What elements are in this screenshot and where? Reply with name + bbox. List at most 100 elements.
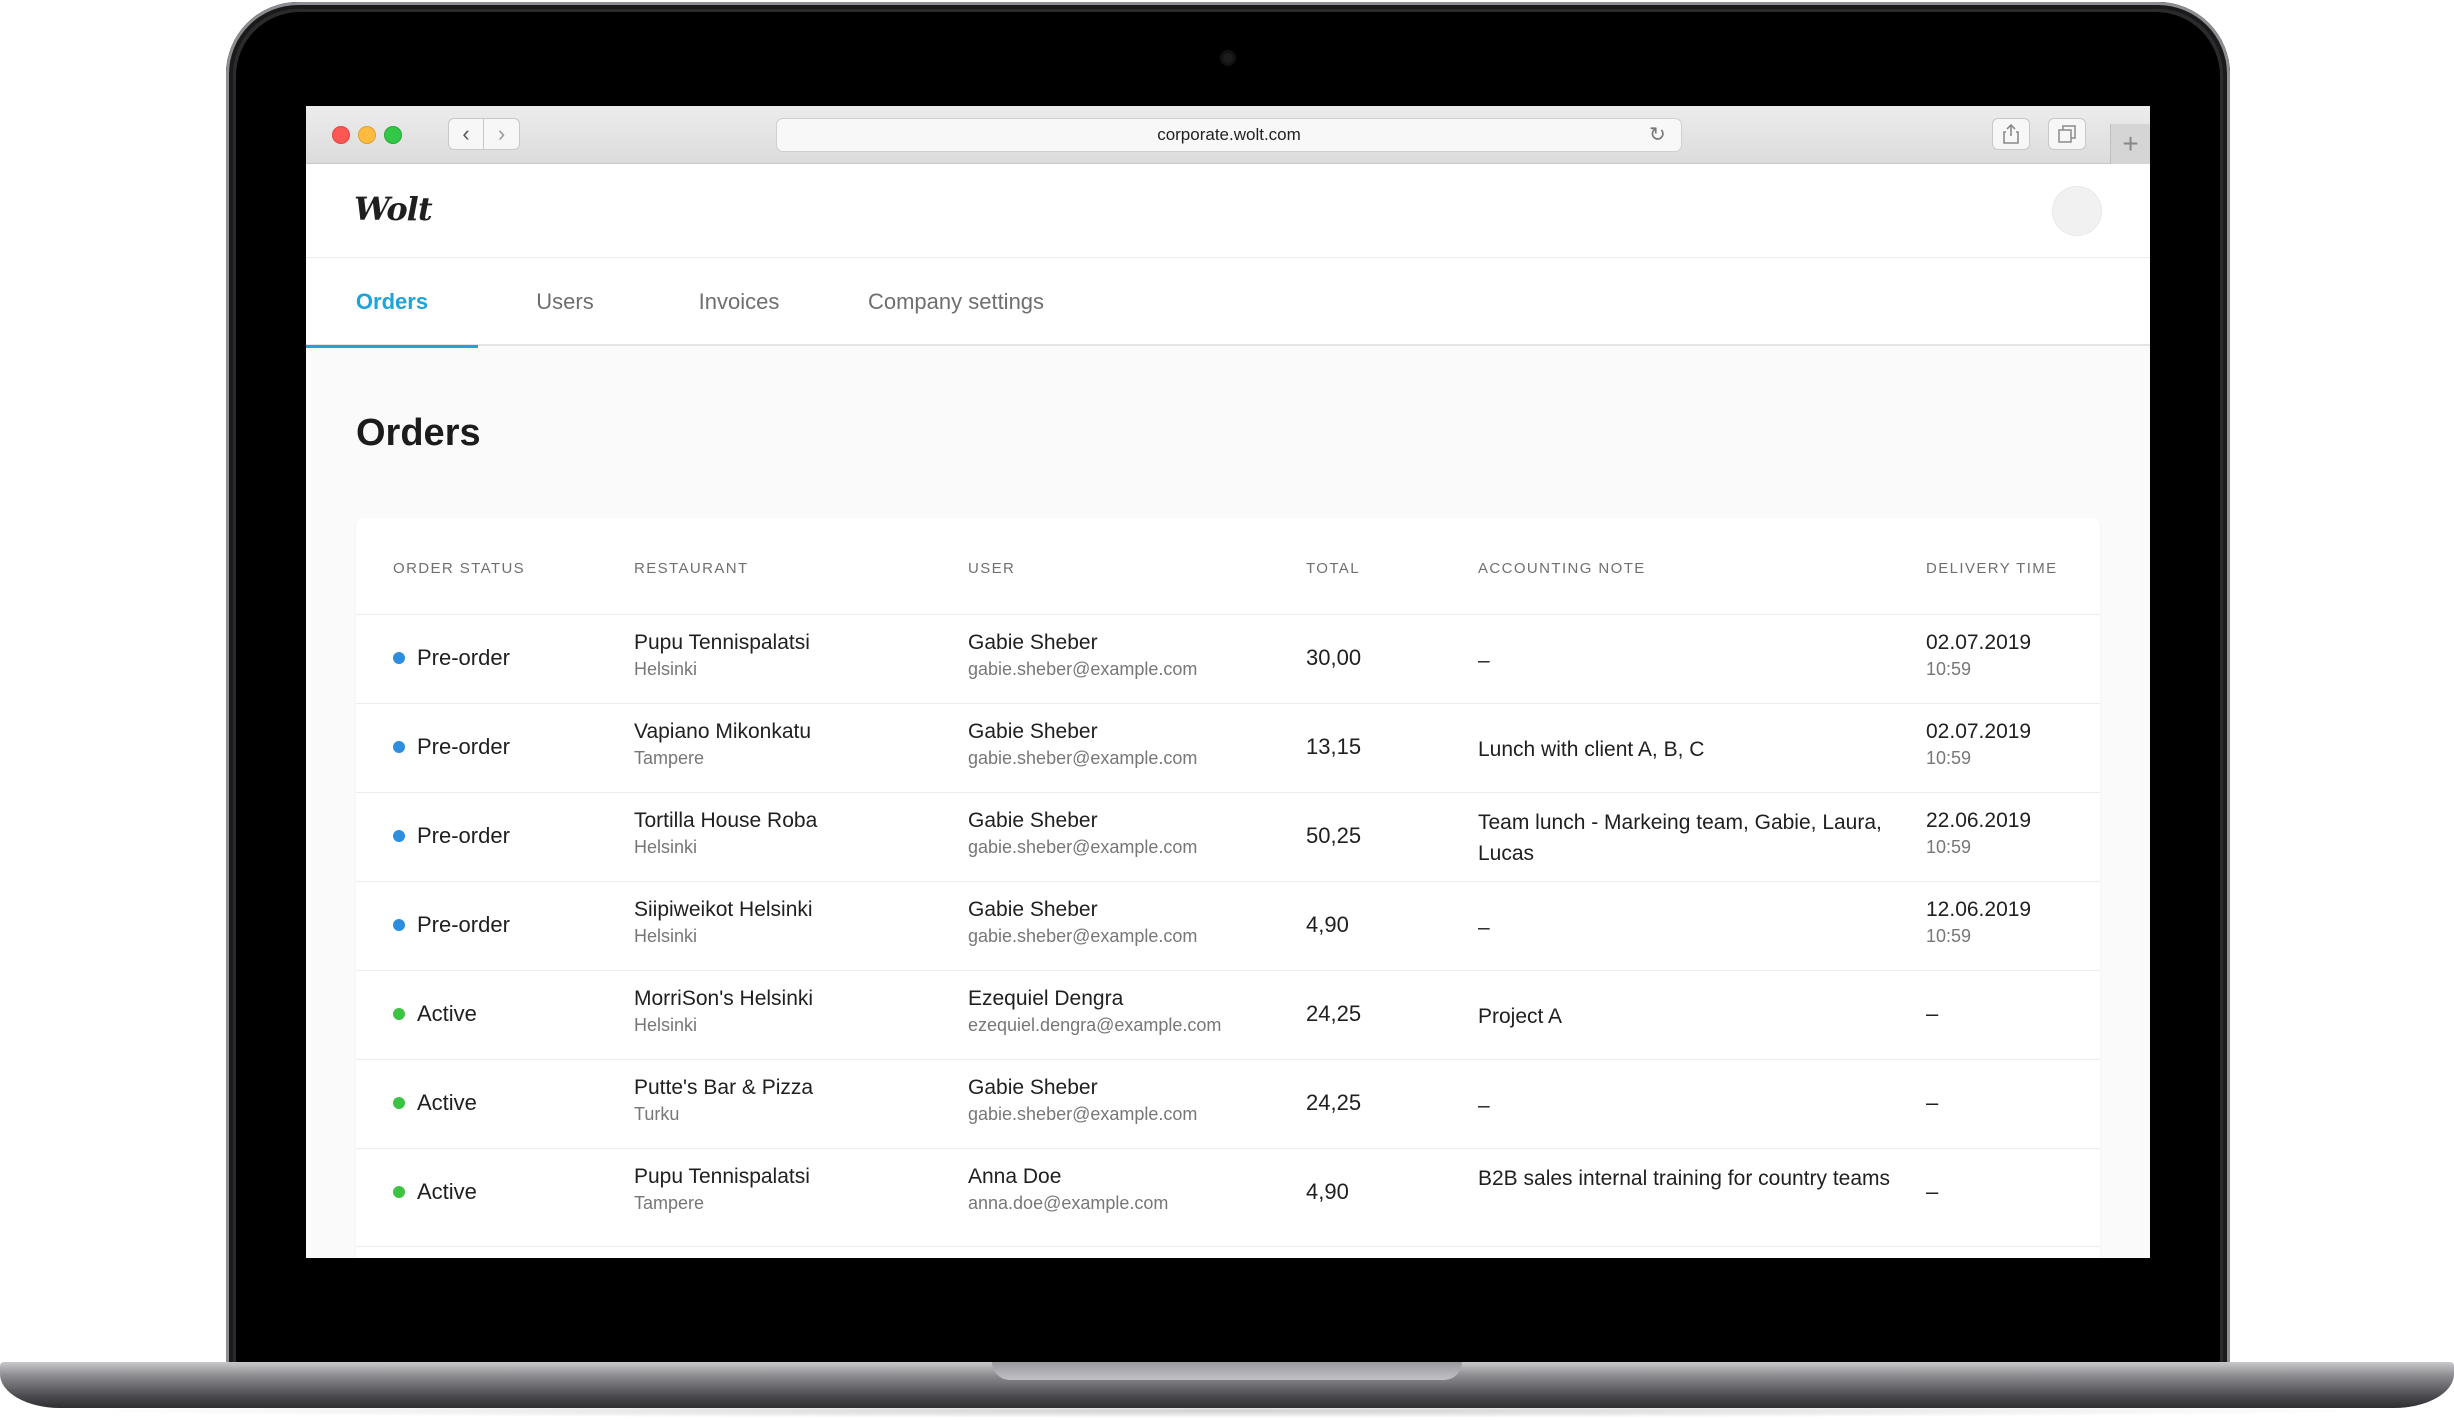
restaurant-name: Pupu Tennispalatsi [634,631,810,654]
header-order-status[interactable]: Order Status [393,560,525,577]
user-cell: Anna Doe anna.doe@example.com [968,1163,1168,1215]
order-status: Pre-order [393,823,510,849]
delivery-date: – [1926,1001,1939,1026]
tab-label: Invoices [698,289,780,314]
camera-icon [1220,50,1236,66]
user-cell: Gabie Sheber gabie.sheber@example.com [968,807,1197,859]
restaurant-name: Siipiweikot Helsinki [634,898,813,921]
restaurant-name: MorriSon's Helsinki [634,987,814,1010]
user-name: Gabie Sheber [968,1076,1098,1099]
order-total: 4,90 [1306,1179,1349,1204]
accounting-note: B2B sales internal training for country … [1478,1167,1891,1190]
tab-invoices[interactable]: Invoices [652,258,826,346]
header-total[interactable]: Total [1306,560,1360,577]
order-status: Pre-order [393,912,510,938]
user-cell: Ezequiel Dengra ezequiel.dengra@example.… [968,985,1221,1037]
table-row[interactable]: Active MorriSon's Helsinki Helsinki Ezeq… [356,970,2100,1059]
tab-orders[interactable]: Orders [306,258,478,348]
status-label: Active [417,1001,477,1026]
forward-button[interactable]: › [484,118,520,150]
table-row[interactable]: Pre-order Tortilla House Roba Helsinki G… [356,792,2100,881]
header-user[interactable]: User [968,560,1015,577]
user-email: ezequiel.dengra@example.com [968,1015,1222,1035]
user-email: gabie.sheber@example.com [968,659,1198,679]
order-status: Active [393,1090,477,1116]
restaurant-city: Turku [634,1104,680,1124]
orders-table: Order Status Restaurant User Total Accou… [356,518,2100,1258]
order-total: 24,25 [1306,1090,1362,1115]
restaurant-city: Helsinki [634,926,698,946]
restaurant-cell: MorriSon's Helsinki Helsinki [634,985,813,1037]
delivery-date: – [1926,1090,1939,1115]
address-bar[interactable]: corporate.wolt.com ↻ [776,118,1682,152]
accounting-note: Team lunch - Markeing team, Gabie, Laura… [1478,811,1882,865]
status-dot [393,919,405,931]
reload-icon[interactable]: ↻ [1649,125,1669,145]
order-total: 13,15 [1306,734,1362,759]
restaurant-cell: Siipiweikot Helsinki Helsinki [634,896,813,948]
status-label: Pre-order [417,912,510,937]
order-status: Active [393,1001,477,1027]
header-delivery-time[interactable]: Delivery Time [1926,560,2058,577]
page-title: Orders [356,412,481,454]
restaurant-city: Helsinki [634,1015,698,1035]
user-cell: Gabie Sheber gabie.sheber@example.com [968,896,1197,948]
order-status: Pre-order [393,645,510,671]
tab-company-settings[interactable]: Company settings [826,258,1086,346]
back-button[interactable]: ‹ [448,118,484,150]
tab-users[interactable]: Users [478,258,652,346]
restaurant-city: Tampere [634,1193,705,1213]
restaurant-city: Helsinki [634,837,698,857]
delivery-time-cell: 22.06.2019 10:59 [1926,807,2031,859]
accounting-note: Project A [1478,1005,1563,1028]
chevron-left-icon: ‹ [462,121,470,146]
tab-label: Users [536,289,594,314]
user-name: Anna Doe [968,1165,1062,1188]
restaurant-cell: Vapiano Mikonkatu Tampere [634,718,811,770]
user-name: Gabie Sheber [968,809,1098,832]
delivery-date: 22.06.2019 [1926,809,2032,832]
delivery-date: 02.07.2019 [1926,631,2032,654]
table-row-partial [356,1246,2100,1258]
status-label: Active [417,1179,477,1204]
plus-icon: + [2122,128,2139,159]
user-name: Gabie Sheber [968,720,1098,743]
restaurant-name: Tortilla House Roba [634,809,818,832]
header-restaurant[interactable]: Restaurant [634,560,749,577]
user-name: Gabie Sheber [968,898,1098,921]
share-button[interactable] [1992,118,2030,150]
order-total: 50,25 [1306,823,1362,848]
user-cell: Gabie Sheber gabie.sheber@example.com [968,1074,1197,1126]
restaurant-city: Helsinki [634,659,698,679]
user-name: Ezequiel Dengra [968,987,1124,1010]
user-email: gabie.sheber@example.com [968,837,1198,857]
new-tab-button[interactable]: + [2110,124,2150,164]
close-window-button[interactable] [332,126,350,144]
user-avatar[interactable] [2052,186,2102,236]
order-status: Pre-order [393,734,510,760]
table-row[interactable]: Pre-order Pupu Tennispalatsi Helsinki Ga… [356,614,2100,703]
table-row[interactable]: Active Pupu Tennispalatsi Tampere Anna D… [356,1148,2100,1237]
show-tabs-button[interactable] [2048,118,2086,150]
url-text: corporate.wolt.com [1157,125,1301,144]
status-dot [393,1008,405,1020]
status-dot [393,741,405,753]
wolt-logo[interactable]: Wolt [354,190,433,228]
table-row[interactable]: Pre-order Siipiweikot Helsinki Helsinki … [356,881,2100,970]
delivery-time: 10:59 [1926,837,1972,857]
delivery-time: 10:59 [1926,926,1972,946]
browser-toolbar: ‹ › corporate.wolt.com ↻ + [306,106,2150,164]
status-dot [393,652,405,664]
delivery-date: 02.07.2019 [1926,720,2032,743]
table-row[interactable]: Pre-order Vapiano Mikonkatu Tampere Gabi… [356,703,2100,792]
table-row[interactable]: Active Putte's Bar & Pizza Turku Gabie S… [356,1059,2100,1148]
user-name: Gabie Sheber [968,631,1098,654]
delivery-time: 10:59 [1926,659,1972,679]
maximize-window-button[interactable] [384,126,402,144]
tab-label: Company settings [867,289,1045,314]
active-tab-indicator [306,345,478,348]
delivery-date: – [1926,1179,1939,1204]
header-accounting-note[interactable]: Accounting Note [1478,560,1646,577]
minimize-window-button[interactable] [358,126,376,144]
restaurant-name: Putte's Bar & Pizza [634,1076,814,1099]
